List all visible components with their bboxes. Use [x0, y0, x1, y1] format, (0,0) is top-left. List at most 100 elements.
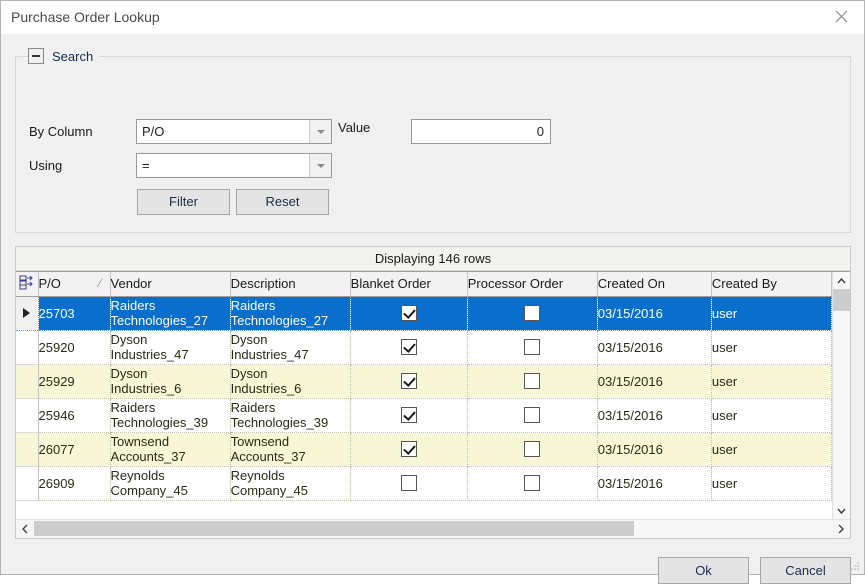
table-row[interactable]: 25920 Dyson Industries_47 Dyson Industries_4… — [16, 330, 832, 365]
table-row[interactable]: 26909 Reynolds Company_45 Reynolds Company_4… — [16, 466, 832, 501]
cell-po[interactable]: 25946 — [38, 398, 111, 433]
table-row[interactable]: 26077 Townsend Accounts_37 Townsend Accounts… — [16, 432, 832, 467]
cell-processor-order-checkbox[interactable] — [524, 441, 541, 458]
cell-processor-order-checkbox[interactable] — [524, 305, 541, 322]
cell-po[interactable]: 25929 — [38, 364, 111, 399]
cell-description-line1: Raiders — [230, 400, 276, 415]
column-header-blanket-order[interactable]: Blanket Order — [350, 272, 468, 297]
cell-created-on[interactable]: 03/15/2016 — [597, 466, 712, 501]
table-row[interactable]: 25703 Raiders Technologies_27 Raiders Techno… — [16, 296, 832, 331]
cell-vendor-line2: Technologies_39 — [110, 415, 209, 430]
cell-vendor[interactable]: Dyson Industries_6 — [110, 364, 231, 399]
cell-description[interactable]: Dyson Industries_6 — [230, 364, 351, 399]
vertical-scrollbar[interactable] — [832, 272, 850, 519]
cell-created-by[interactable]: user — [711, 432, 832, 467]
cell-po[interactable]: 26909 — [38, 466, 111, 501]
cell-vendor[interactable]: Townsend Accounts_37 — [110, 432, 231, 467]
cancel-button[interactable]: Cancel — [760, 557, 851, 584]
scroll-left-icon[interactable] — [16, 520, 34, 538]
cell-po[interactable]: 25703 — [38, 296, 111, 331]
column-header-created-by[interactable]: Created By — [711, 272, 832, 297]
horizontal-scrollbar[interactable] — [16, 519, 850, 538]
cell-processor-order-checkbox[interactable] — [524, 339, 541, 356]
close-icon[interactable] — [818, 1, 864, 32]
scroll-right-icon[interactable] — [832, 520, 850, 538]
cell-po[interactable]: 25920 — [38, 330, 111, 365]
column-header-vendor[interactable]: Vendor — [110, 272, 231, 297]
cell-blanket-order-checkbox[interactable] — [400, 339, 417, 356]
column-header-created-on[interactable]: Created On — [597, 272, 712, 297]
cell-blanket-order-checkbox[interactable] — [400, 475, 417, 492]
using-select[interactable]: = — [136, 153, 332, 178]
cell-created-by[interactable]: user — [711, 296, 832, 331]
cell-description[interactable]: Raiders Technologies_27 — [230, 296, 351, 331]
cell-blanket-order[interactable] — [350, 398, 468, 433]
horizontal-scroll-track[interactable] — [34, 520, 832, 538]
row-header-cell[interactable] — [16, 432, 39, 467]
cell-processor-order-checkbox[interactable] — [524, 407, 541, 424]
cell-blanket-order[interactable] — [350, 432, 468, 467]
chevron-down-icon[interactable] — [309, 120, 331, 143]
cell-vendor[interactable]: Dyson Industries_47 — [110, 330, 231, 365]
cell-created-on-text: 03/15/2016 — [597, 339, 663, 355]
minus-icon[interactable] — [28, 48, 44, 64]
cell-description[interactable]: Reynolds Company_45 — [230, 466, 351, 501]
cell-created-on[interactable]: 03/15/2016 — [597, 432, 712, 467]
ok-button[interactable]: Ok — [658, 557, 749, 584]
row-header-cell[interactable] — [16, 364, 39, 399]
resize-grip[interactable] — [849, 560, 861, 572]
row-header-cell[interactable] — [16, 398, 39, 433]
cell-blanket-order[interactable] — [350, 296, 468, 331]
by-column-select[interactable]: P/O — [136, 119, 332, 144]
filter-button[interactable]: Filter — [137, 189, 230, 215]
grid-corner-select-all[interactable] — [16, 272, 39, 297]
row-header-cell[interactable] — [16, 296, 39, 331]
cell-description[interactable]: Raiders Technologies_39 — [230, 398, 351, 433]
cell-blanket-order[interactable] — [350, 364, 468, 399]
cell-created-by[interactable]: user — [711, 466, 832, 501]
cell-vendor[interactable]: Raiders Technologies_39 — [110, 398, 231, 433]
horizontal-scroll-thumb[interactable] — [34, 521, 634, 536]
column-header-po[interactable]: P/O / — [38, 272, 111, 297]
cell-vendor[interactable]: Raiders Technologies_27 — [110, 296, 231, 331]
cell-created-on[interactable]: 03/15/2016 — [597, 398, 712, 433]
vertical-scroll-thumb[interactable] — [833, 289, 850, 311]
cell-description[interactable]: Townsend Accounts_37 — [230, 432, 351, 467]
cell-description-line1: Dyson — [230, 366, 268, 381]
cell-processor-order[interactable] — [467, 398, 598, 433]
cell-created-by[interactable]: user — [711, 364, 832, 399]
cell-blanket-order[interactable] — [350, 466, 468, 501]
cell-created-by[interactable]: user — [711, 330, 832, 365]
cell-po[interactable]: 26077 — [38, 432, 111, 467]
cell-processor-order[interactable] — [467, 466, 598, 501]
reset-button[interactable]: Reset — [236, 189, 329, 215]
row-header-cell[interactable] — [16, 330, 39, 365]
scroll-up-icon[interactable] — [833, 272, 850, 289]
table-row[interactable]: 25929 Dyson Industries_6 Dyson Industries_6 0… — [16, 364, 832, 399]
value-input[interactable] — [411, 119, 551, 144]
cell-processor-order[interactable] — [467, 330, 598, 365]
cell-blanket-order[interactable] — [350, 330, 468, 365]
cell-processor-order-checkbox[interactable] — [524, 475, 541, 492]
vertical-scroll-track[interactable] — [833, 289, 850, 502]
cell-processor-order[interactable] — [467, 296, 598, 331]
cell-processor-order-checkbox[interactable] — [524, 373, 541, 390]
scroll-down-icon[interactable] — [833, 502, 850, 519]
cell-blanket-order-checkbox[interactable] — [400, 441, 417, 458]
cell-created-on[interactable]: 03/15/2016 — [597, 364, 712, 399]
cell-processor-order[interactable] — [467, 432, 598, 467]
cell-description[interactable]: Dyson Industries_47 — [230, 330, 351, 365]
cell-blanket-order-checkbox[interactable] — [400, 305, 417, 322]
cell-created-on[interactable]: 03/15/2016 — [597, 296, 712, 331]
cell-processor-order[interactable] — [467, 364, 598, 399]
row-header-cell[interactable] — [16, 466, 39, 501]
cell-created-by[interactable]: user — [711, 398, 832, 433]
column-header-description[interactable]: Description — [230, 272, 351, 297]
cell-created-on[interactable]: 03/15/2016 — [597, 330, 712, 365]
cell-blanket-order-checkbox[interactable] — [400, 373, 417, 390]
cell-blanket-order-checkbox[interactable] — [400, 407, 417, 424]
cell-vendor[interactable]: Reynolds Company_45 — [110, 466, 231, 501]
table-row[interactable]: 25946 Raiders Technologies_39 Raiders Techno… — [16, 398, 832, 433]
chevron-down-icon[interactable] — [309, 154, 331, 177]
column-header-processor-order[interactable]: Processor Order — [467, 272, 598, 297]
